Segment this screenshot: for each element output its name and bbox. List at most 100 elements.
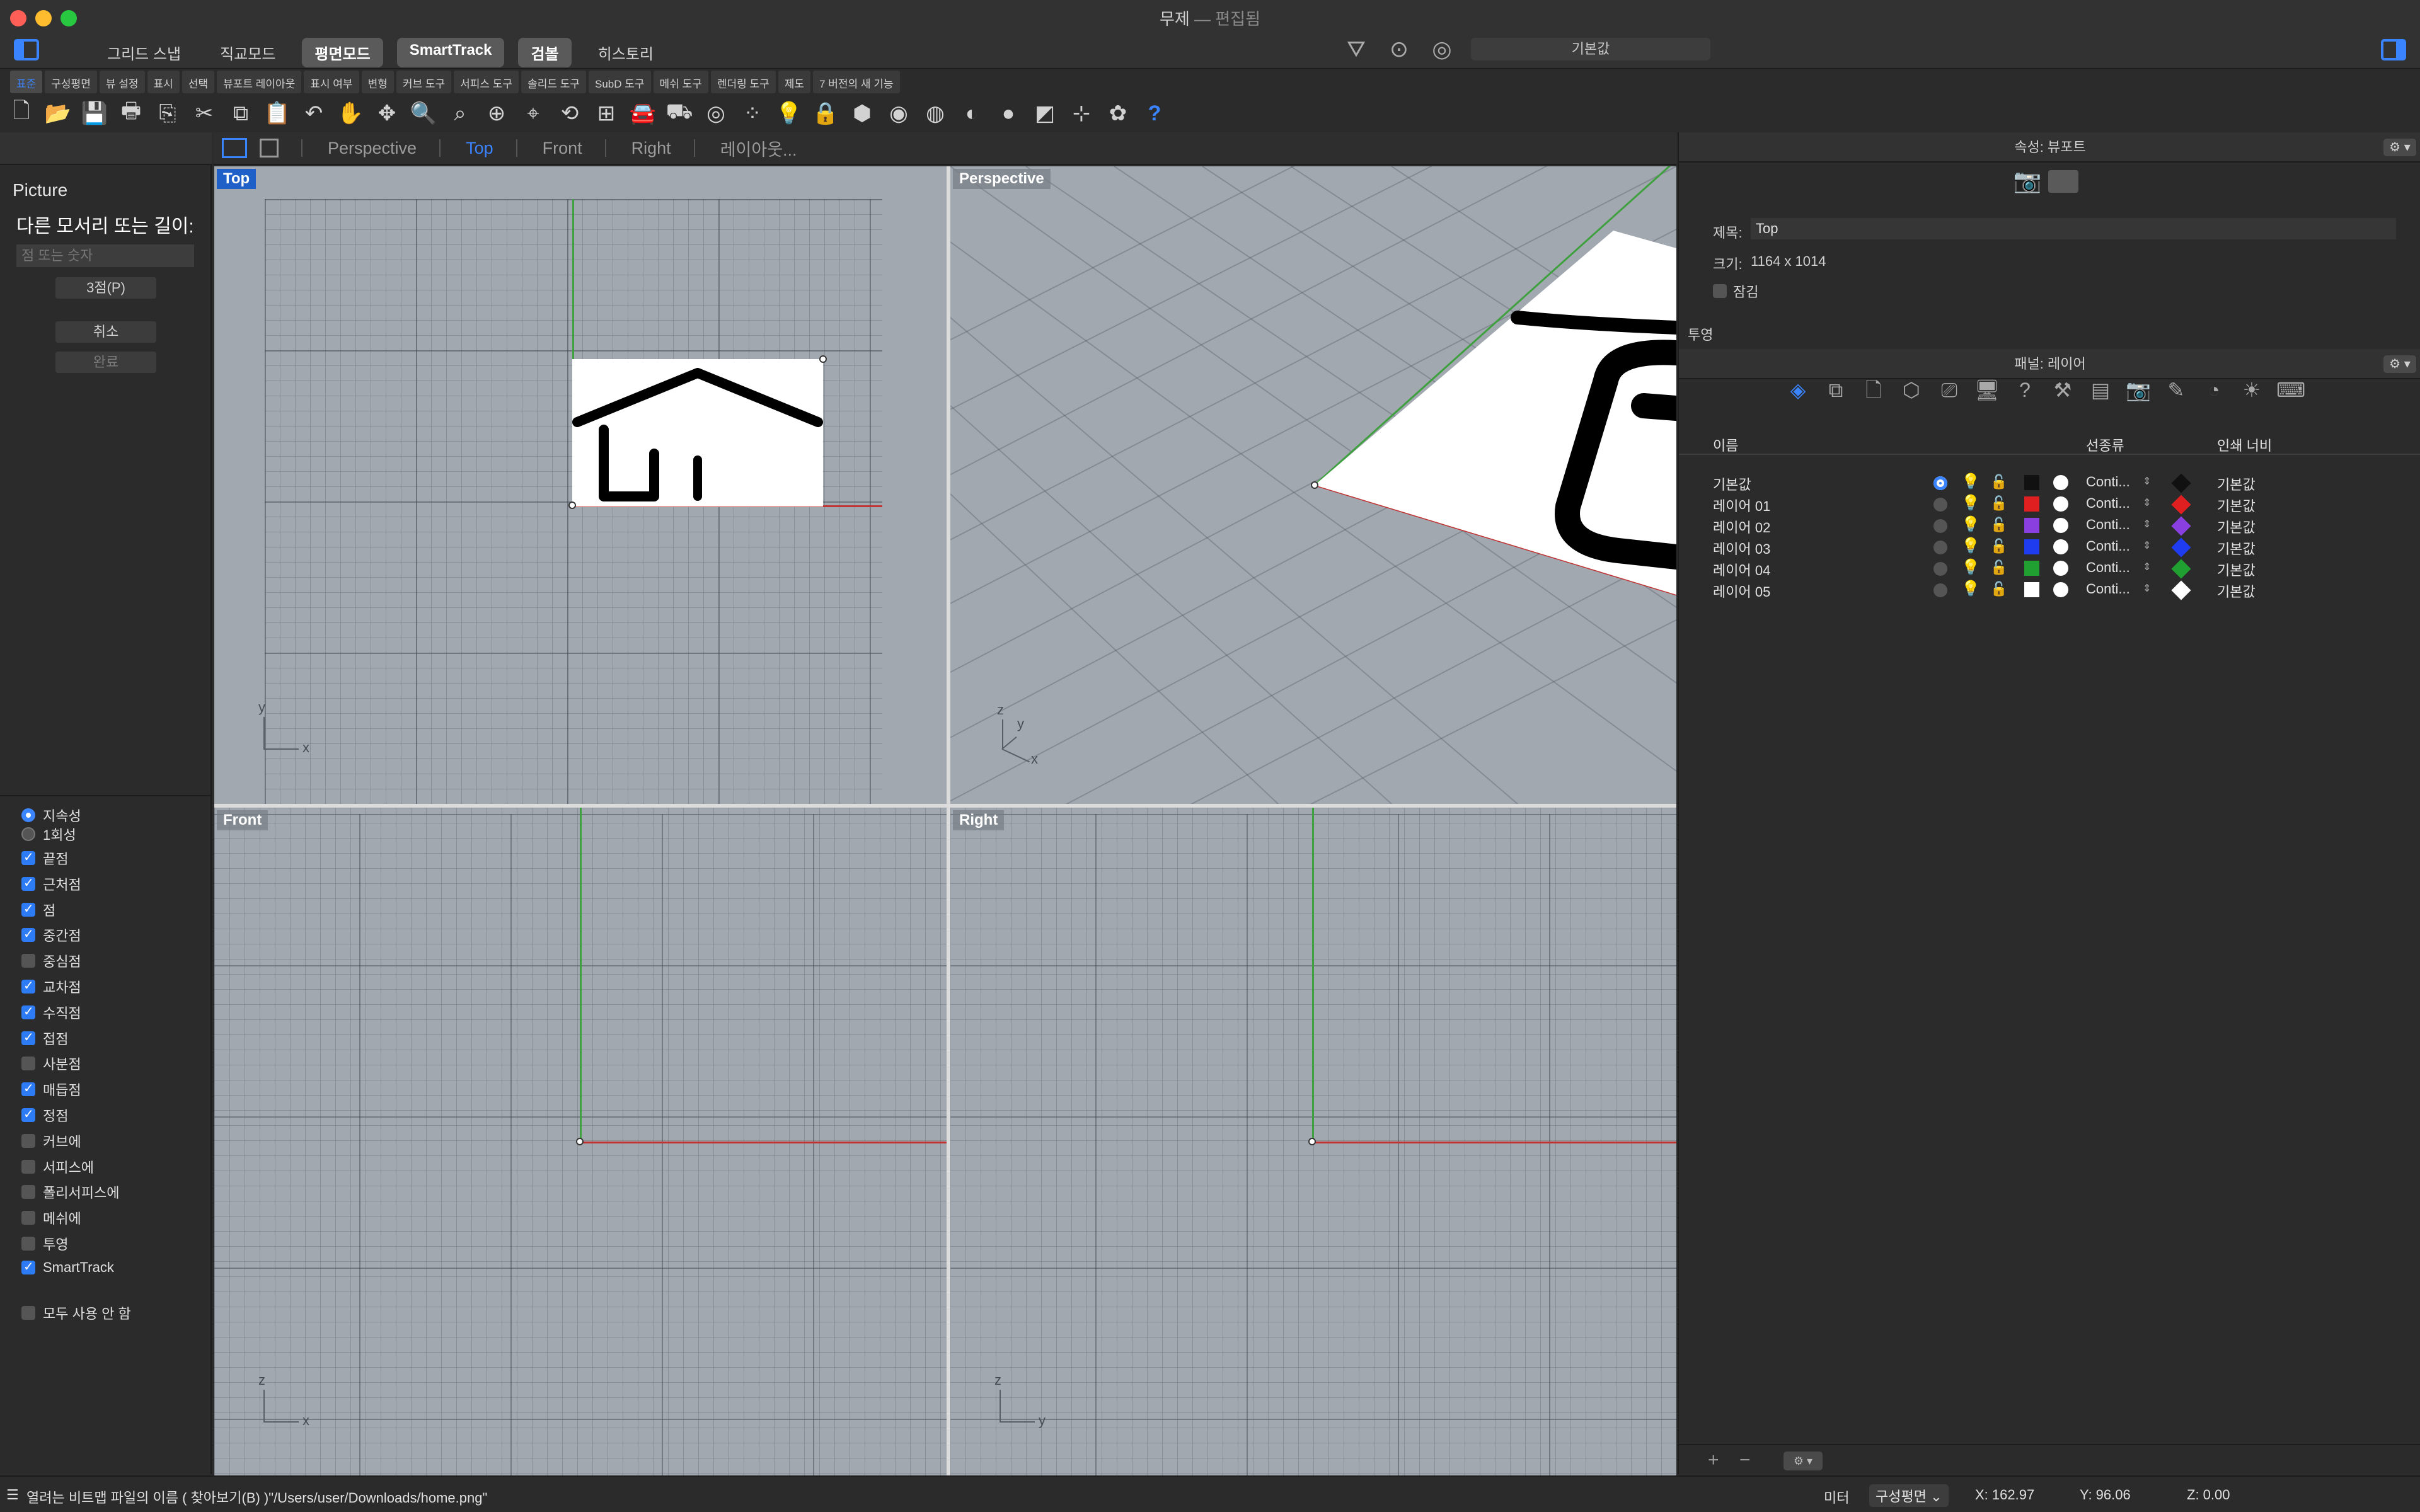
layer-material-swatch[interactable] — [2053, 496, 2068, 512]
osnap-oneshot[interactable]: 1회성 — [21, 824, 76, 844]
oneshot-radio[interactable] — [21, 827, 35, 841]
linetype-stepper-icon[interactable]: ⇕ — [2143, 475, 2151, 488]
viewport-icon[interactable]: 🖥 — [1974, 377, 2000, 403]
osnap-checkbox[interactable] — [21, 1029, 35, 1045]
osnap-option[interactable]: 서피스에 — [21, 1157, 94, 1177]
layer-linetype[interactable]: Conti... — [2086, 517, 2130, 533]
layers-icon[interactable]: ◈ — [1785, 377, 1811, 403]
environment-icon[interactable]: ◔ — [2201, 377, 2227, 403]
four-view-layout-icon[interactable] — [222, 138, 247, 158]
viewport-label-top[interactable]: Top — [217, 169, 256, 189]
osnap-checkbox[interactable] — [21, 978, 35, 994]
osnap-checkbox[interactable] — [21, 901, 35, 917]
osnap-checkbox[interactable] — [21, 954, 35, 968]
light-bulb-icon[interactable]: 💡 — [1961, 580, 1980, 598]
right-viewport[interactable]: Right z y — [950, 808, 1676, 1475]
undo-icon[interactable]: ↶ — [299, 98, 329, 129]
tab-right[interactable]: Right — [631, 139, 671, 158]
mode-toggle[interactable]: 평면모드 — [302, 38, 383, 67]
current-layer-radio[interactable] — [1933, 476, 1947, 490]
new-file-icon[interactable]: 🗋 — [6, 98, 37, 129]
layer-row[interactable]: 레이어 01 💡 🔓 Conti... ⇕ 기본값 — [1679, 493, 2420, 515]
light-bulb-icon[interactable]: 💡 — [1961, 472, 1980, 491]
right-sidebar-toggle-icon[interactable] — [2381, 39, 2406, 60]
light-bulb-icon[interactable]: 💡 — [1961, 558, 1980, 576]
linetype-stepper-icon[interactable]: ⇕ — [2143, 539, 2151, 552]
osnap-option[interactable]: 중심점 — [21, 951, 81, 971]
perspective-viewport[interactable]: Perspective z y x — [950, 166, 1676, 804]
layer-name[interactable]: 레이어 02 — [1713, 517, 1770, 537]
linetype-stepper-icon[interactable]: ⇕ — [2143, 561, 2151, 573]
current-layer-radio[interactable] — [1933, 583, 1947, 597]
tab-7[interactable]: 변형 — [361, 71, 394, 93]
viewport-label-right[interactable]: Right — [953, 810, 1005, 830]
keyboard-icon[interactable]: ⌨ — [2276, 377, 2305, 403]
lock-icon[interactable]: 🔓 — [1990, 517, 2007, 533]
lock-icon[interactable]: 🔒 — [810, 98, 841, 129]
help-icon[interactable]: ? — [1139, 98, 1170, 129]
osnap-checkbox[interactable] — [21, 875, 35, 891]
layer-row[interactable]: 레이어 02 💡 🔓 Conti... ⇕ 기본값 — [1679, 514, 2420, 536]
tab-perspective[interactable]: Perspective — [328, 139, 417, 158]
osnap-checkbox[interactable] — [21, 1057, 35, 1071]
tab-5[interactable]: 뷰포트 레이아웃 — [217, 71, 302, 93]
light-bulb-icon[interactable]: 💡 — [1961, 494, 1980, 512]
objects-icon[interactable]: ⧉ — [1823, 377, 1849, 403]
light-bulb-icon[interactable]: 💡 — [1961, 515, 1980, 534]
linetype-stepper-icon[interactable]: ⇕ — [2143, 518, 2151, 530]
layer-color-swatch[interactable] — [2024, 518, 2039, 533]
layer-color-swatch[interactable] — [2024, 561, 2039, 576]
layer-linetype[interactable]: Conti... — [2086, 474, 2130, 490]
print-color-swatch[interactable] — [2171, 580, 2191, 600]
osnap-option[interactable]: 커브에 — [21, 1131, 81, 1151]
drag-point[interactable] — [819, 355, 827, 363]
render-sphere-icon[interactable]: ◐ — [957, 98, 987, 129]
layer-material-swatch[interactable] — [2053, 582, 2068, 597]
three-point-button[interactable]: 3점(P) — [55, 277, 156, 299]
lock-icon[interactable]: 🔓 — [1990, 474, 2007, 490]
zoom-extents-icon[interactable]: ⊕ — [481, 98, 512, 129]
mode-toggle[interactable]: 히스토리 — [585, 38, 666, 67]
osnap-option[interactable]: 점 — [21, 900, 55, 920]
copy-icon[interactable]: ⧉ — [226, 98, 256, 129]
tab-6[interactable]: 표시 여부 — [304, 71, 359, 93]
osnap-option[interactable]: 사분점 — [21, 1053, 81, 1074]
osnap-persistent[interactable]: 지속성 — [21, 805, 81, 825]
light-bulb-icon[interactable]: 💡 — [774, 98, 804, 129]
tab-0[interactable]: 표준 — [10, 71, 43, 93]
layer-row[interactable]: 레이어 05 💡 🔓 Conti... ⇕ 기본값 — [1679, 578, 2420, 600]
undo-view-icon[interactable]: ⟲ — [555, 98, 585, 129]
tab-2[interactable]: 뷰 설정 — [99, 71, 145, 93]
layer-row[interactable]: 레이어 04 💡 🔓 Conti... ⇕ 기본값 — [1679, 557, 2420, 580]
layer-print-width[interactable]: 기본값 — [2217, 517, 2256, 537]
column-linetype[interactable]: 선종류 — [2086, 435, 2124, 455]
osnap-option[interactable]: 투영 — [21, 1234, 68, 1254]
print-color-swatch[interactable] — [2171, 495, 2191, 515]
front-viewport[interactable]: Front z x — [214, 808, 947, 1475]
block-icon[interactable]: ⬡ — [1898, 377, 1925, 403]
osnap-option[interactable]: 폴리서피스에 — [21, 1182, 119, 1202]
lock-icon[interactable]: 🔓 — [1990, 581, 2007, 597]
layer-color-swatch[interactable] — [2024, 582, 2039, 597]
osnap-option[interactable]: 수직점 — [21, 1002, 81, 1022]
units-label[interactable]: 미터 — [1824, 1487, 1849, 1507]
layer-name[interactable]: 레이어 04 — [1713, 559, 1770, 580]
layer-print-width[interactable]: 기본값 — [2217, 495, 2256, 515]
print-color-swatch[interactable] — [2171, 516, 2191, 536]
layer-name[interactable]: 레이어 05 — [1713, 581, 1770, 601]
linetype-stepper-icon[interactable]: ⇕ — [2143, 496, 2151, 509]
layer-linetype[interactable]: Conti... — [2086, 559, 2130, 576]
lock-checkbox[interactable] — [1713, 284, 1727, 298]
layer-linetype[interactable]: Conti... — [2086, 495, 2130, 512]
layer-row[interactable]: 레이어 03 💡 🔓 Conti... ⇕ 기본값 — [1679, 536, 2420, 558]
print-color-swatch[interactable] — [2171, 537, 2191, 558]
layer-name[interactable]: 레이어 01 — [1713, 495, 1770, 515]
osnap-option[interactable]: 매듭점 — [21, 1079, 81, 1099]
tab-top[interactable]: Top — [466, 139, 493, 158]
layer-print-width[interactable]: 기본값 — [2217, 538, 2256, 558]
disable-all-checkbox[interactable] — [21, 1306, 35, 1320]
lock-option[interactable]: 잠김 — [1713, 281, 1758, 301]
print-color-swatch[interactable] — [2171, 473, 2191, 493]
display-mode-icon[interactable]: ⛟ — [664, 98, 694, 129]
mode-toggle[interactable]: 검볼 — [518, 38, 572, 67]
